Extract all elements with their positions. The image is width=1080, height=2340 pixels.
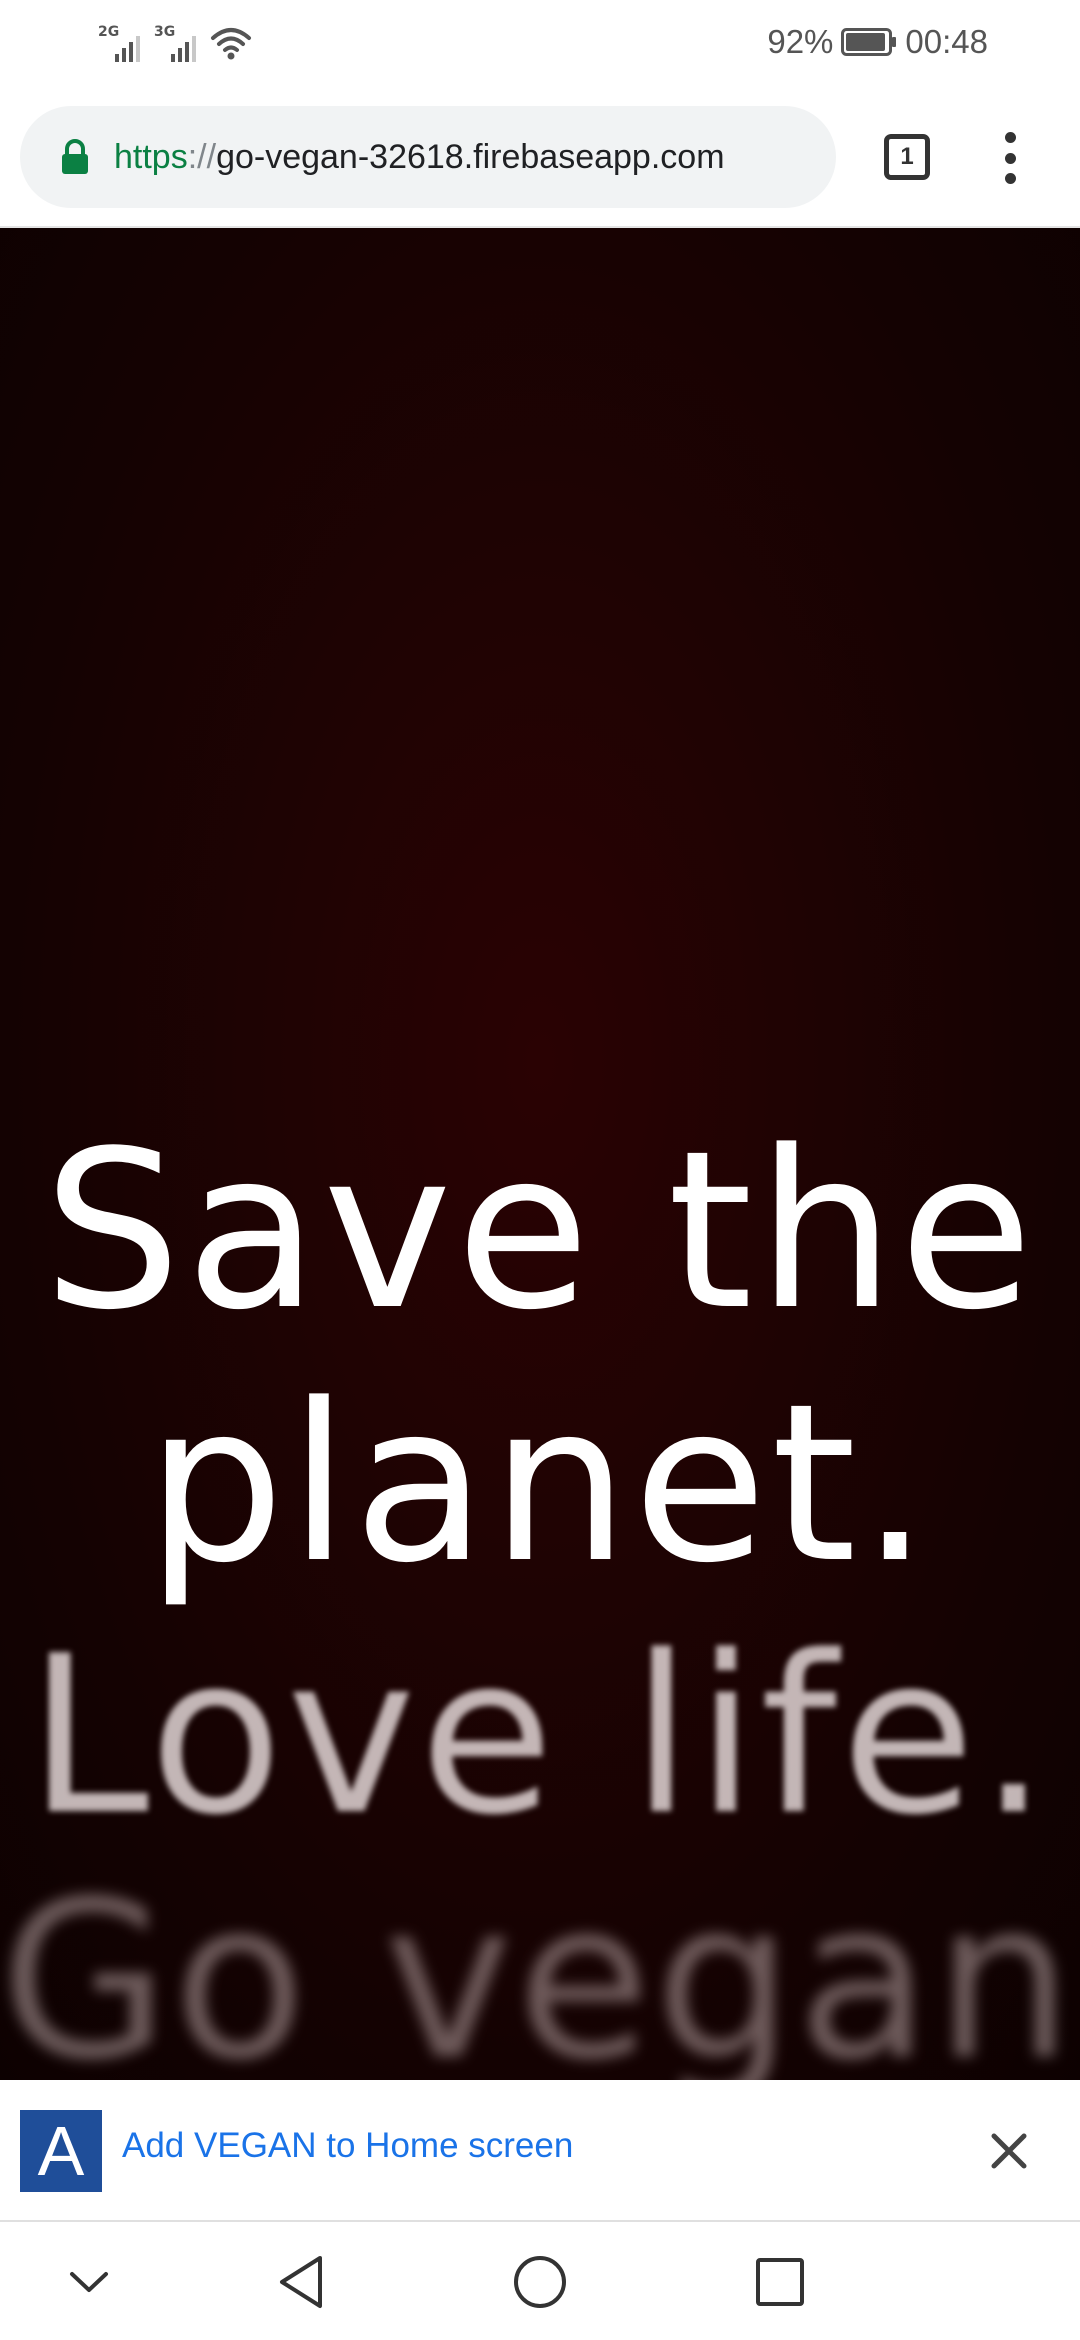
recents-icon[interactable] [750, 2252, 810, 2312]
clock: 00:48 [905, 23, 988, 60]
tab-count: 1 [900, 143, 914, 170]
tab-switcher-button[interactable]: 1 [884, 134, 930, 180]
hero-line-3: Love life. [27, 1610, 1053, 1863]
url-text[interactable]: https://go-vegan-32618.firebaseapp.com [114, 138, 725, 177]
url-scheme: https [114, 137, 188, 176]
sim1-signal-icon: 2G [98, 24, 144, 62]
home-icon[interactable] [510, 2252, 570, 2312]
status-icons-right: 92% 00:48 [767, 18, 988, 66]
system-nav-bar [0, 2222, 1080, 2340]
browser-toolbar: https://go-vegan-32618.firebaseapp.com 1 [0, 84, 1080, 228]
url-host: go-vegan-32618.firebaseapp.com [216, 137, 725, 176]
hero-section: Save the planet. Love life. Go vegan. [0, 228, 1080, 2080]
back-icon[interactable] [272, 2252, 332, 2312]
battery-icon [841, 28, 897, 56]
more-vert-icon[interactable] [1000, 132, 1020, 184]
sim2-signal-icon: 3G [154, 24, 200, 62]
hero-line-2: planet. [146, 1358, 934, 1611]
add-to-home-text[interactable]: Add VEGAN to Home screen [122, 2126, 573, 2166]
app-icon: A [20, 2110, 102, 2192]
hero-line-1: Save the [42, 1105, 1038, 1358]
lock-icon[interactable] [60, 139, 90, 175]
add-to-home-banner[interactable]: A Add VEGAN to Home screen [0, 2080, 1080, 2222]
status-icons-left: 2G 3G [98, 22, 252, 62]
wifi-icon [211, 28, 251, 60]
battery-percent: 92% [767, 23, 834, 60]
hero-line-4: Go vegan. [0, 1855, 1080, 2081]
chevron-down-icon[interactable] [64, 2262, 114, 2302]
url-separator: :// [187, 137, 217, 176]
close-icon[interactable] [986, 2128, 1032, 2174]
address-bar[interactable]: https://go-vegan-32618.firebaseapp.com [20, 106, 836, 208]
status-bar: 2G 3G 92% 00:48 [0, 0, 1080, 84]
